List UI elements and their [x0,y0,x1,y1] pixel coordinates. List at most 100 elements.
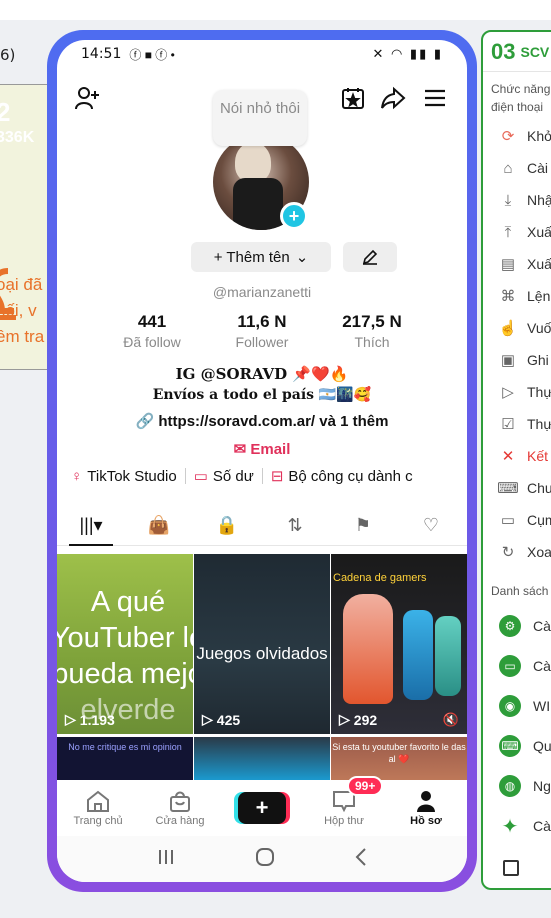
balance-link[interactable]: Số dư [213,468,254,485]
panel-item-run[interactable]: ▷ Thự [483,376,551,408]
panel-title: SCV [520,43,550,60]
app-item-screen[interactable]: ▭ Cà [483,646,551,686]
record-icon: ▣ [500,352,516,369]
heart-hidden-icon: ♡ [422,515,440,535]
panel-item-phrases[interactable]: ▭ Cụm [483,504,551,536]
video-overlay-text: No me critique es mi opinion [68,742,182,752]
nav-profile[interactable]: Hồ sơ [385,780,467,836]
tab-favorites[interactable]: ⚑ [329,506,397,545]
top-strip [0,0,551,20]
nav-create[interactable]: + [221,780,303,836]
bio-link[interactable]: 🔗 https://soravd.com.ar/ và 1 thêm [57,412,467,430]
select-checkbox[interactable] [503,860,519,876]
panel-item-label: Xoa [527,544,551,560]
panel-item-swipe[interactable]: ☝ Vuố [483,312,551,344]
home-button-icon[interactable] [255,847,275,872]
calendar-star-icon[interactable] [339,84,367,112]
character-figure [435,616,461,696]
download-icon: ⤓ [504,191,512,209]
panel-item-install[interactable]: ⌂ Cài [483,152,551,184]
play-count: ▷ 1.193 [65,711,115,728]
menu-icon[interactable] [421,84,449,112]
email-label: Email [250,441,291,458]
app-item-keyboard[interactable]: ⌨ Qu [483,726,551,766]
repost-icon: ⇅ [287,515,303,535]
status-time: 14:51 [81,46,122,62]
shop-icon [170,791,190,812]
panel-item-export-clipboard[interactable]: ▤ Xuấ [483,248,551,280]
system-navigation [57,836,467,882]
profile-icon [417,791,435,812]
nav-home[interactable]: Trang chủ [57,780,139,836]
video-thumbnail[interactable]: Si esta tu youtuber favorito le das al ❤… [331,737,467,783]
app-item-accessibility[interactable]: ✦ Cà [483,806,551,846]
add-photo-icon[interactable]: + [280,202,308,230]
panel-item-label: Khở [527,128,551,144]
share-icon[interactable] [379,84,407,112]
app-item-label: WI [533,698,551,714]
panel-item-label: Thự [527,384,551,400]
command-icon: ⌘ [500,288,516,305]
nav-shop[interactable]: Cửa hàng [139,780,221,836]
recents-icon[interactable] [156,848,176,871]
video-thumbnail[interactable]: Cadena de gamers ▷ 292 🔇 [331,554,467,734]
stat-followers[interactable]: 11,6 N Follower [207,312,317,350]
home-icon [87,790,109,812]
stat-value: 217,5 N [342,312,402,331]
panel-item-keyboard[interactable]: ⌨ Chu [483,472,551,504]
nav-inbox[interactable]: 99+ Hộp thư [303,776,385,836]
inbox-badge: 99+ [347,776,384,796]
stat-value: 11,6 N [237,312,287,331]
content-tabs: |||▾ 👜 🔒 ⇅ ⚑ ♡ [57,506,467,546]
add-friend-icon[interactable] [73,84,101,112]
pencil-icon [362,249,378,265]
stat-likes[interactable]: 217,5 N Thích [317,312,427,350]
video-thumbnail[interactable]: A qué YouTuber lo pueda mejo elverde ▷1.… [57,554,193,734]
tab-videos[interactable]: |||▾ [57,506,125,546]
edit-profile-button[interactable] [343,242,397,272]
email-button[interactable]: ✉ Email [57,440,467,458]
stat-following[interactable]: 441 Đã follow [97,312,207,350]
nav-label: Trang chủ [73,815,123,827]
panel-item-rotate[interactable]: ↻ Xoa [483,536,551,568]
mail-icon: ✉ [233,441,247,458]
section-app-list: Danh sách [491,584,549,598]
video-thumbnail[interactable] [194,737,330,783]
stat-label: Follower [235,334,289,350]
app-item-language[interactable]: ◍ Ng [483,766,551,806]
touch-icon: ☝ [498,320,518,337]
panel-item-import[interactable]: ⤓ Nhậ [483,184,551,216]
app-item-settings[interactable]: ⚙ Cà [483,606,551,646]
add-name-button[interactable]: + Thêm tên ⌄ [191,242,331,272]
tab-shop[interactable]: 👜 [125,506,193,545]
tab-private[interactable]: 🔒 [193,506,261,545]
panel-item-export[interactable]: ⤒ Xuấ [483,216,551,248]
video-thumbnail[interactable]: No me critique es mi opinion [57,737,193,783]
video-thumbnail[interactable]: Juegos olvidados ▷ 425 [194,554,330,734]
panel-item-label: Ghi [527,352,549,368]
rotate-icon: ↻ [501,544,515,561]
close-icon: ✕ [501,448,515,465]
panel-item-command[interactable]: ⌘ Lệnh [483,280,551,312]
app-item-wifi[interactable]: ◉ WI [483,686,551,726]
chevron-down-icon: ⌄ [295,249,309,266]
play-icon: ▷ [339,711,350,727]
back-icon[interactable] [354,847,368,872]
tab-liked[interactable]: ♡ [397,506,465,545]
tab-reposts[interactable]: ⇅ [261,506,329,545]
studio-icon: ♀ [71,467,83,485]
note-bubble[interactable]: Nói nhỏ thôi [213,90,307,146]
panel-item-label: Vuố [527,320,551,336]
control-panel: 03 SCV Chức năng điện thoại ⟳ Khở ⌂ Cài ⤓ N… [481,30,551,890]
tiktok-studio-link[interactable]: TikTok Studio [87,468,176,485]
check-doc-icon: ☑ [501,416,515,433]
panel-item-record[interactable]: ▣ Ghi [483,344,551,376]
panel-item-end[interactable]: ✕ Kết [483,440,551,472]
section-phone-functions: Chức năng điện thoại [491,82,551,114]
background-label: 6) [0,46,16,64]
video-overlay-text: Cadena de gamers [333,572,427,584]
panel-item-restart[interactable]: ⟳ Khở [483,120,551,152]
panel-item-label: Chu [527,480,551,496]
panel-item-run-check[interactable]: ☑ Thự [483,408,551,440]
toolkit-link[interactable]: Bộ công cụ dành c [288,468,412,485]
